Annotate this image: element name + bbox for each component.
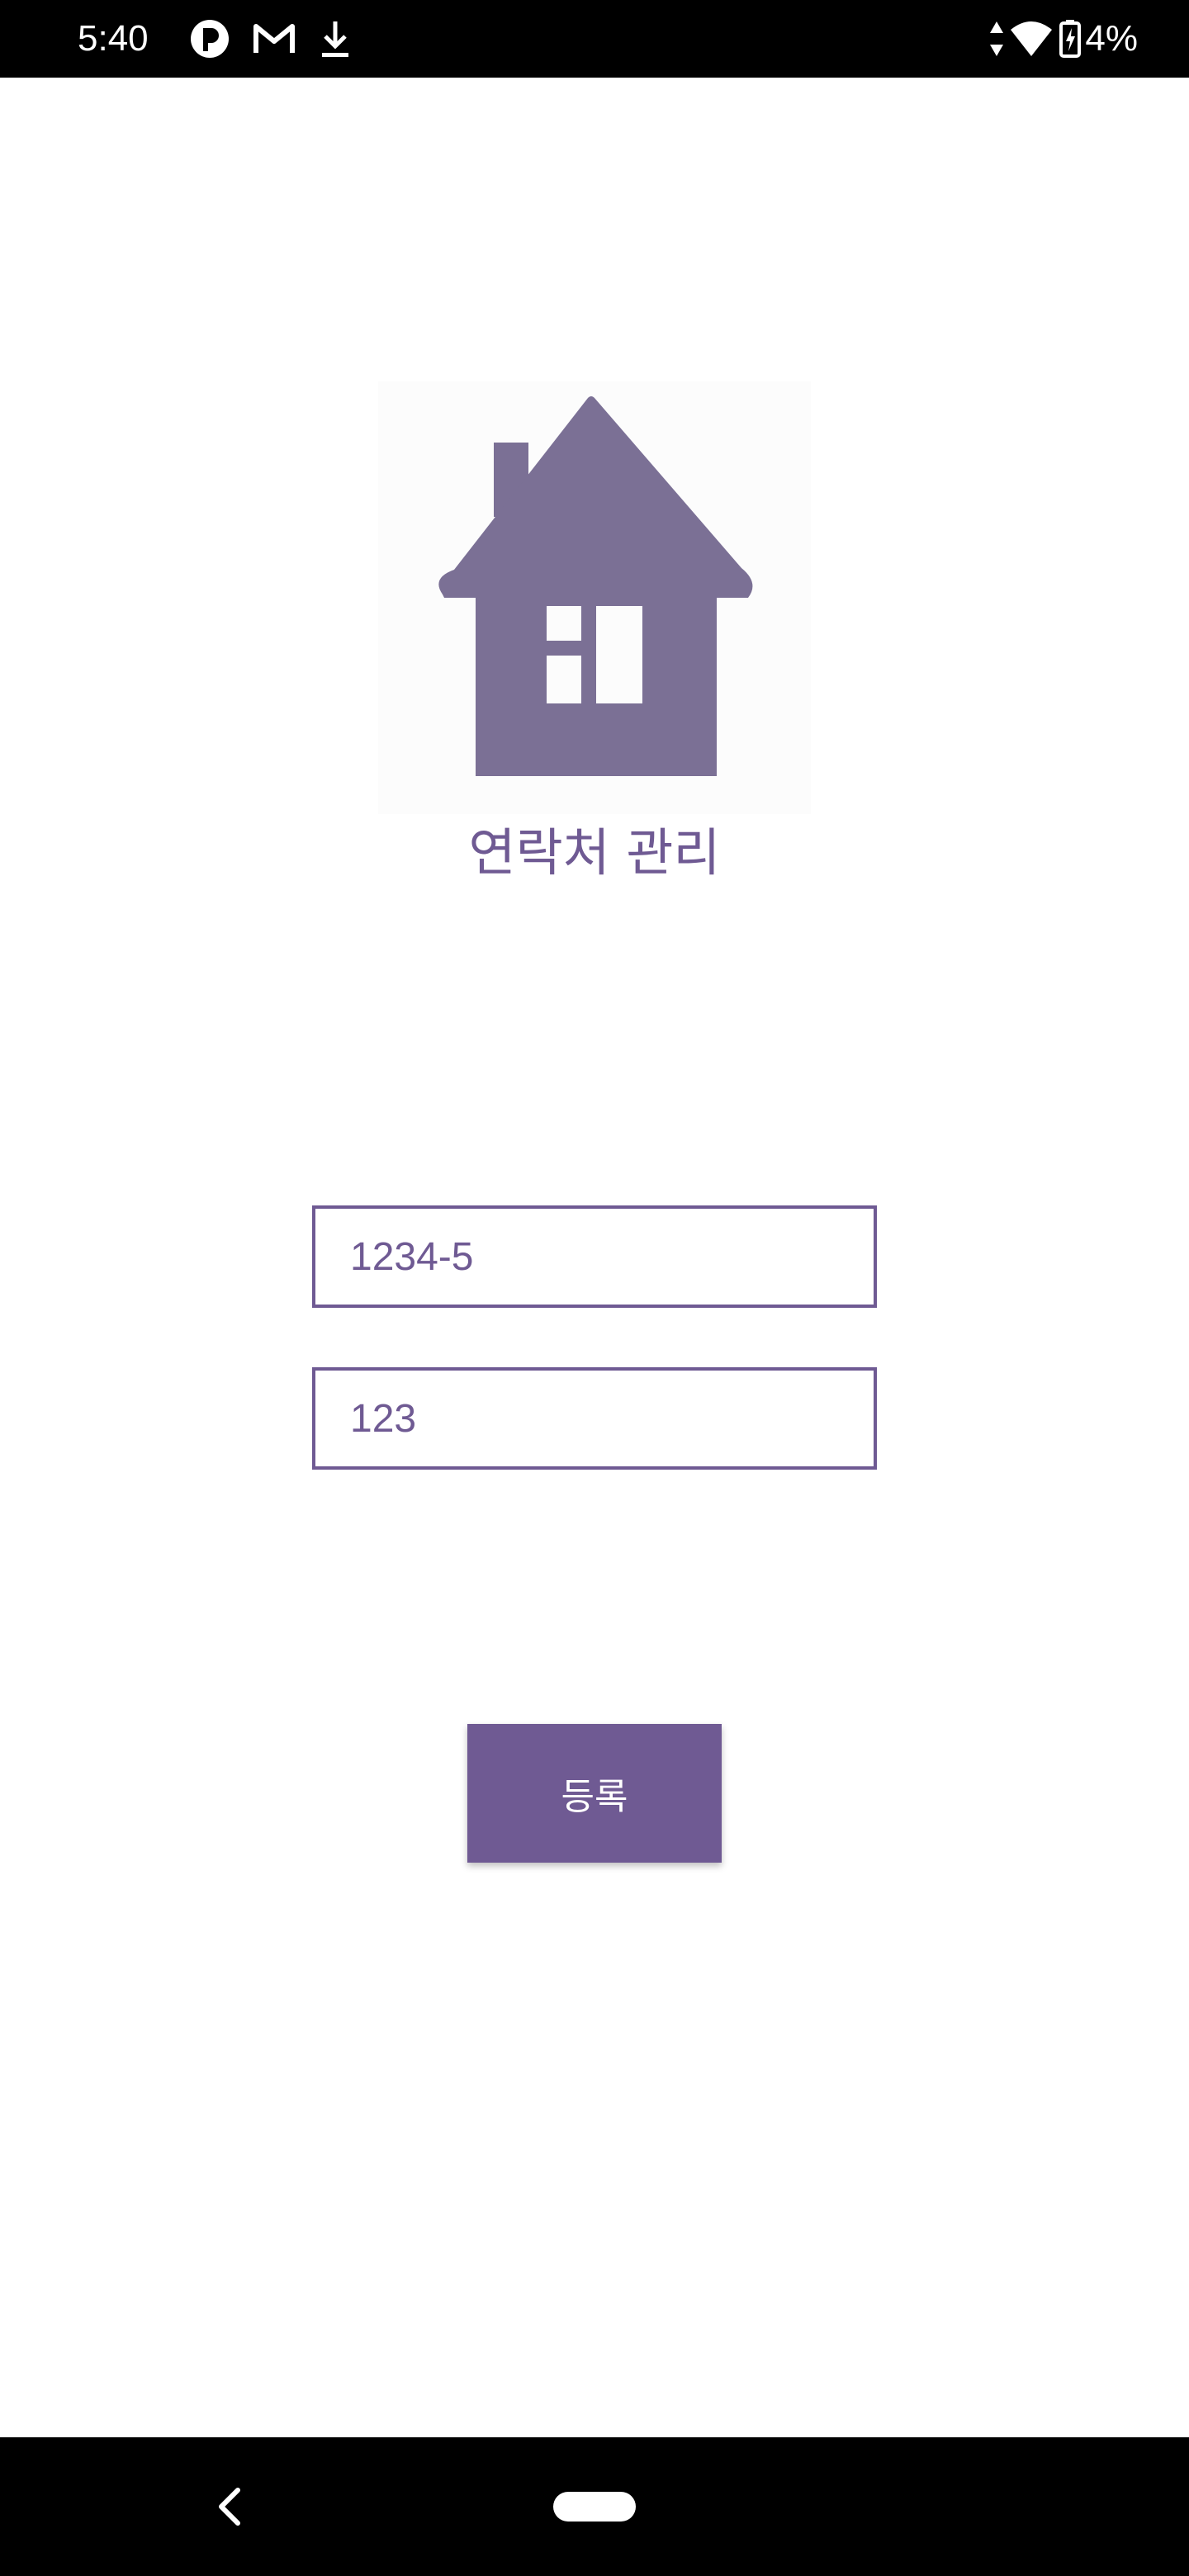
app-title: 연락처 관리: [468, 822, 721, 883]
battery-percent: 4%: [1085, 18, 1138, 59]
screen: 5:40 4 4% 연락처 관리 1234-5 123 등록: [0, 0, 1189, 2576]
field-2-input[interactable]: [312, 1367, 877, 1470]
app-logo: [378, 381, 811, 814]
data-arrows-icon: [990, 21, 1003, 56]
field-1-input[interactable]: [312, 1205, 877, 1308]
status-bar: 5:40 4 4%: [0, 0, 1189, 78]
register-button[interactable]: 등록: [467, 1724, 722, 1863]
house-icon: [438, 396, 753, 776]
status-time: 5:40: [78, 18, 149, 59]
home-pill-icon[interactable]: [553, 2492, 636, 2522]
wifi-icon: 4: [1011, 21, 1052, 58]
back-icon[interactable]: [205, 2474, 254, 2540]
network-badge: 4: [1042, 41, 1050, 58]
download-icon: [322, 21, 348, 57]
gmail-icon: [253, 24, 295, 53]
battery-charging-icon: [1059, 20, 1081, 58]
app-notification-icon: [191, 20, 229, 58]
